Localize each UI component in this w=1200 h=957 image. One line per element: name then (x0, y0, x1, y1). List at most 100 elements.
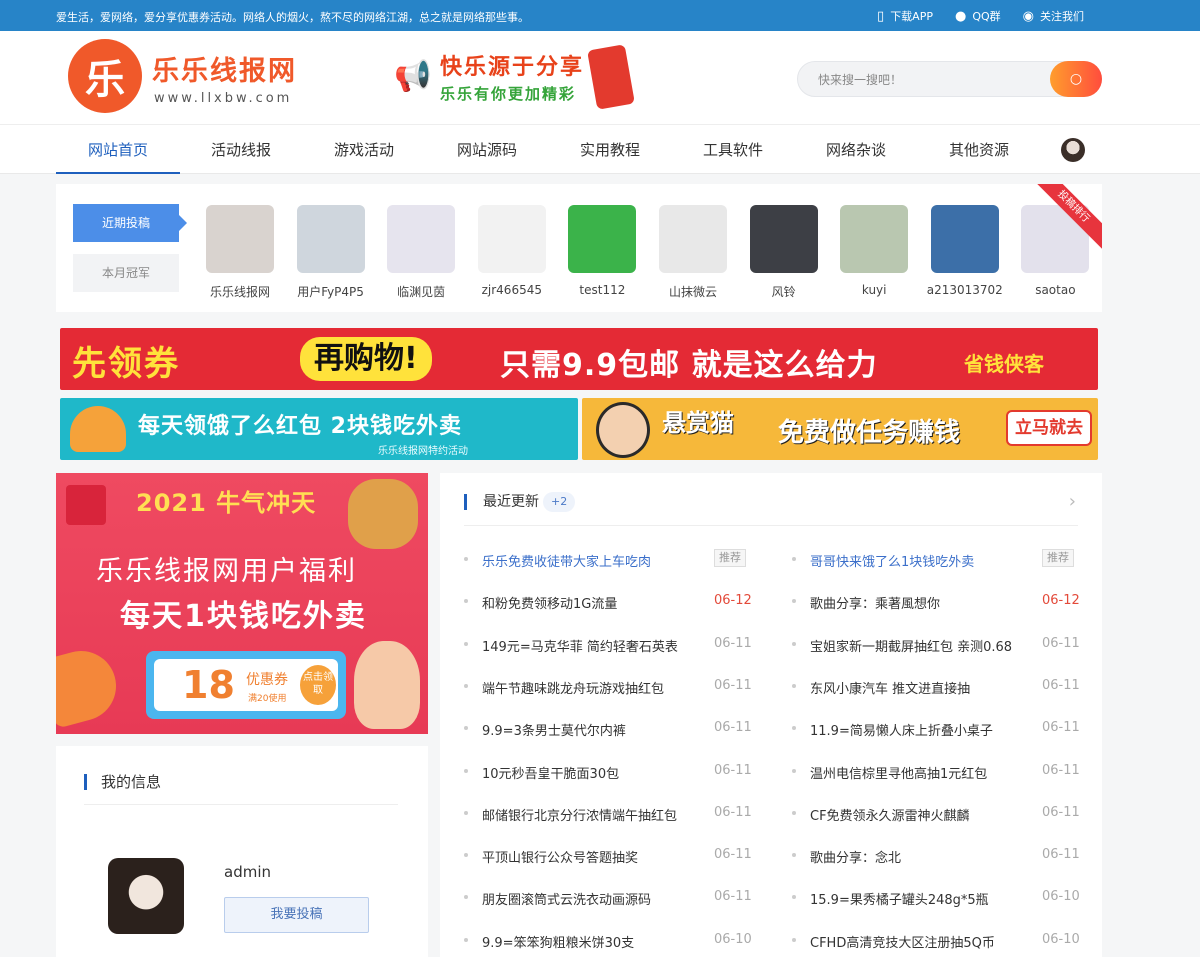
list-item-date: 06-10 (1042, 931, 1080, 947)
main-nav: 网站首页 活动线报 游戏活动 网站源码 实用教程 工具软件 网络杂谈 其他资源 (0, 124, 1200, 174)
contributor-item[interactable]: test112 (562, 205, 642, 297)
list-item[interactable]: 15.9=果秀橘子罐头248g*5瓶 06-10 (792, 887, 1082, 908)
search-input[interactable] (818, 70, 1038, 90)
nav-item-source-code[interactable]: 网站源码 (425, 125, 549, 174)
list-item[interactable]: 端午节趣味跳龙舟玩游戏抽红包 06-11 (464, 676, 754, 697)
list-item-title: 乐乐免费收徒带大家上车吃肉 (482, 555, 652, 570)
eleme-banner-sub: 乐乐线报网特约活动 (378, 446, 468, 457)
latest-title: 最近更新 (464, 494, 539, 510)
nav-item-activity[interactable]: 活动线报 (179, 125, 303, 174)
list-item-date: 06-11 (714, 635, 752, 651)
coupon-title: 优惠券 (246, 672, 288, 688)
megaphone-illustration (56, 643, 124, 729)
eleme-banner[interactable]: 每天领饿了么红包 2块钱吃外卖 乐乐线报网特约活动 (60, 398, 578, 460)
list-item[interactable]: 歌曲分享：念北 06-11 (792, 845, 1082, 867)
list-item-title: 平顶山银行公众号答题抽奖 (482, 851, 639, 867)
nav-item-games[interactable]: 游戏活动 (302, 125, 426, 174)
contributor-avatar (749, 205, 818, 273)
list-item[interactable]: CF免费领永久源雷神火麒麟 06-11 (792, 803, 1082, 824)
list-item[interactable]: 乐乐免费收徒带大家上车吃肉 推荐 (464, 549, 754, 570)
list-item[interactable]: 149元=马克华菲 简约轻奢石英表 06-11 (464, 634, 754, 655)
contributor-item[interactable]: 用户FyP4P5 (291, 205, 371, 300)
nav-item-talk[interactable]: 网络杂谈 (794, 125, 918, 174)
list-item[interactable]: CFHD高清竞技大区注册抽5Q币 06-10 (792, 930, 1082, 951)
task-cat-title: 悬赏猫 (662, 409, 734, 437)
list-item-title: 歌曲分享：念北 (810, 851, 902, 867)
coupon-condition: 满20使用 (248, 694, 287, 704)
welfare-promo[interactable]: 2021 牛气冲天 乐乐线报网用户福利 每天1块钱吃外卖 18 优惠券 满20使… (56, 473, 428, 734)
list-item[interactable]: 哥哥快来饿了么1块钱吃外卖 推荐 (792, 549, 1082, 570)
coupon-banner-part1: 先领券 (72, 344, 180, 384)
contributor-avatar (840, 205, 909, 273)
nav-item-tutorials[interactable]: 实用教程 (548, 125, 672, 174)
list-item[interactable]: 宝姐家新一期截屏抽红包 亲测0.68 06-11 (792, 634, 1082, 655)
contributor-item[interactable]: 临渊见茵 (381, 205, 461, 300)
promo-year: 2021 牛气冲天 (136, 489, 317, 517)
bullet-icon (792, 768, 796, 773)
list-item[interactable]: 温州电信棕里寻他高抽1元红包 06-11 (792, 761, 1082, 782)
contributor-item[interactable]: kuyi (834, 205, 914, 297)
tab-monthly-champion[interactable]: 本月冠军 (73, 254, 179, 292)
list-item-title: 歌曲分享：乘著風想你 (810, 597, 941, 613)
nav-item-home[interactable]: 网站首页 (56, 125, 180, 174)
my-info-title: 我的信息 (84, 774, 161, 790)
list-item-date: 06-11 (714, 762, 752, 778)
contributor-item[interactable]: 山抹微云 (653, 205, 733, 300)
list-item-date: 06-11 (1042, 804, 1080, 820)
list-item-title: CF免费领永久源雷神火麒麟 (810, 808, 970, 824)
list-item-date: 06-11 (1042, 635, 1080, 651)
tab-recent-posts[interactable]: 近期投稿 (73, 204, 187, 242)
list-item-title: 149元=马克华菲 简约轻奢石英表 (482, 639, 678, 655)
mobile-icon: ▯ (877, 8, 885, 24)
contributor-item[interactable]: a213013702 (925, 205, 1005, 297)
list-item[interactable]: 10元秒吾皇干脆面30包 06-11 (464, 761, 754, 782)
contributor-name: 用户FyP4P5 (297, 285, 364, 299)
bullet-icon (464, 726, 468, 731)
nav-item-other[interactable]: 其他资源 (917, 125, 1041, 174)
coupon-banner[interactable]: 先领券 再购物! 只需9.9包邮 就是这么给力 省钱侠客 (60, 328, 1098, 390)
list-item-title: 11.9=简易懒人床上折叠小桌子 (810, 724, 993, 740)
list-item[interactable]: 歌曲分享：乘著風想你 06-12 (792, 591, 1082, 613)
latest-count-badge: +2 (543, 492, 576, 512)
list-item[interactable]: 11.9=简易懒人床上折叠小桌子 06-11 (792, 718, 1082, 740)
nav-item-tools[interactable]: 工具软件 (671, 125, 795, 174)
list-item-title: 9.9=笨笨狗粗粮米饼30支 (482, 935, 635, 951)
list-item-date: 06-11 (714, 847, 752, 863)
site-header: 乐 乐乐线报网 www.llxbw.com 📢 快乐源于分享 乐乐有你更加精彩 … (0, 31, 1200, 124)
slogan-line2: 乐乐有你更加精彩 (440, 85, 577, 103)
list-item[interactable]: 朋友圈滚筒式云洗衣动画源码 06-11 (464, 887, 754, 908)
bullet-icon (464, 683, 468, 688)
wechat-icon: ◉ (1022, 8, 1034, 24)
bullet-icon (792, 557, 796, 561)
qq-group-link[interactable]: ● QQ群 (955, 8, 1001, 24)
contributor-avatar (387, 205, 456, 273)
contributor-item[interactable]: 风铃 (744, 205, 824, 300)
contributor-item[interactable]: 乐乐线报网 (200, 205, 280, 300)
list-item[interactable]: 9.9=笨笨狗粗粮米饼30支 06-10 (464, 930, 754, 951)
contributor-name: 山抹微云 (668, 285, 717, 299)
user-avatar[interactable] (1061, 138, 1085, 162)
bullet-icon (792, 599, 796, 604)
search-button[interactable]: ○ (1050, 61, 1102, 97)
coupon-value: 18 (182, 663, 235, 707)
bullet-icon (792, 895, 796, 900)
task-cat-sub: 免费做任务赚钱 (778, 418, 961, 448)
list-item[interactable]: 和粉免费领移动1G流量 06-12 (464, 591, 754, 612)
list-item-date: 06-11 (1042, 762, 1080, 778)
list-item[interactable]: 9.9=3条男士莫代尔内裤 06-11 (464, 718, 754, 739)
follow-us-link[interactable]: ◉ 关注我们 (1023, 8, 1084, 24)
list-item[interactable]: 邮储银行北京分行浓情端午抽红包 06-11 (464, 803, 754, 824)
chevron-right-icon[interactable]: › (1069, 491, 1076, 512)
list-item[interactable]: 平顶山银行公众号答题抽奖 06-11 (464, 845, 754, 867)
list-item-date: 06-11 (1042, 720, 1080, 736)
site-logo[interactable]: 乐 乐乐线报网 www.llxbw.com (68, 39, 308, 115)
task-cat-banner[interactable]: 悬赏猫 免费做任务赚钱 立马就去 (582, 398, 1098, 460)
list-item[interactable]: 东风小康汽车 推文进直接抽 06-11 (792, 676, 1082, 697)
list-item-title: 10元秒吾皇干脆面30包 (482, 766, 620, 782)
download-app-link[interactable]: ▯ 下载APP (877, 8, 933, 24)
list-item-date: 06-10 (714, 931, 752, 947)
contributor-item[interactable]: zjr466545 (472, 205, 552, 297)
submit-post-button[interactable]: 我要投稿 (224, 897, 369, 933)
bullet-icon (464, 853, 468, 858)
contributor-avatar (568, 205, 637, 273)
